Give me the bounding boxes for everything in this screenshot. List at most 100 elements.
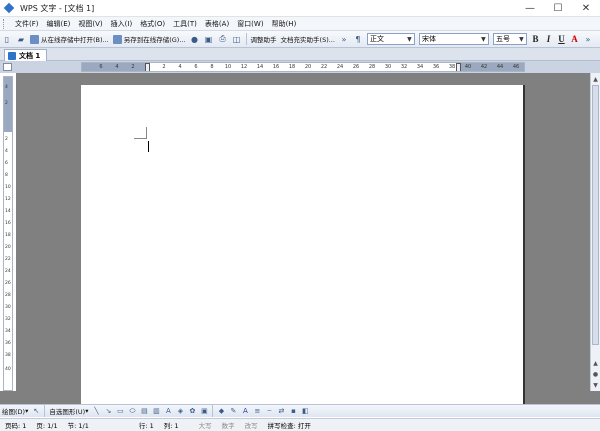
menu-format[interactable]: 格式(O) [136,19,169,29]
menu-insert[interactable]: 插入(I) [107,19,137,29]
menu-tools[interactable]: 工具(T) [169,19,201,29]
font-size-select[interactable]: 五号 ▼ [492,33,527,45]
vruler-tick: 14 [5,209,11,214]
select-pointer-icon[interactable]: ↖ [31,406,41,416]
vruler-tick: 20 [5,245,11,250]
vruler-tick: 12 [5,197,11,202]
scroll-up-icon[interactable]: ▲ [591,74,600,84]
dash-style-icon[interactable]: ┄ [264,406,274,416]
line-style-icon[interactable]: ≡ [252,406,262,416]
menu-table[interactable]: 表格(A) [201,19,233,29]
doc-complete-button[interactable]: 文档充实助手(S)... [279,33,337,46]
toolbar-overflow-icon[interactable]: » [582,33,594,45]
menu-view[interactable]: 视图(V) [74,19,106,29]
arrow-icon[interactable]: ↘ [103,406,113,416]
ruler-tick: 26 [352,64,360,70]
menubar-grip-handle[interactable] [3,18,11,29]
select-browse-object-icon[interactable]: ● [591,369,600,379]
menu-window[interactable]: 窗口(W) [233,19,267,29]
line-color-icon[interactable]: ✎ [228,406,238,416]
ruler-tick: 14 [256,64,264,70]
vruler-tick: 28 [5,293,11,298]
prev-page-icon[interactable]: ▲ [591,358,600,368]
ruler-tick: 30 [384,64,392,70]
underline-button[interactable]: U [555,33,568,46]
open-folder-icon[interactable]: ▰ [15,33,27,45]
ruler-tick: 12 [240,64,248,70]
print-preview-icon[interactable]: ◫ [231,33,243,45]
right-indent-marker[interactable] [456,63,461,71]
status-overwrite[interactable]: 改写 [240,420,263,430]
permission-icon[interactable]: ● [189,33,201,45]
textbox-icon[interactable]: ▤ [139,406,149,416]
diagram-icon[interactable]: ◈ [175,406,185,416]
ruler-tick: 2 [131,64,135,70]
status-caps[interactable]: 大写 [194,420,217,430]
wordart-icon[interactable]: A [163,406,173,416]
chevron-down-icon: ▾ [25,407,29,415]
status-page-number: 页码: 1 [5,422,27,430]
ruler-tick: 38 [448,64,456,70]
arrow-style-icon[interactable]: ⇄ [276,406,286,416]
vruler-tick: 4 [5,85,8,90]
chevron-down-icon: ▼ [407,35,412,43]
status-page-count: 页: 1/1 [36,422,58,430]
tab-document-1[interactable]: 文档 1 [4,49,48,61]
next-page-icon[interactable]: ▼ [591,380,600,390]
new-document-icon[interactable]: ▯ [1,33,13,45]
document-page[interactable] [81,85,525,391]
open-online-button[interactable]: 从在线存储中打开(B)... [28,33,111,46]
status-row: 行: 1 [138,422,154,430]
menu-edit[interactable]: 编辑(E) [43,19,75,29]
horizontal-ruler[interactable]: 6 4 2 2 4 6 8 10 12 14 16 18 20 22 24 26… [81,62,525,72]
maximize-button[interactable]: ☐ [544,0,572,17]
vertical-textbox-icon[interactable]: ▥ [151,406,161,416]
adjust-helper-button[interactable]: 调整助手 [249,33,279,46]
line-icon[interactable]: ╲ [91,406,101,416]
vertical-ruler[interactable]: 4 2 2 4 6 8 10 12 14 16 18 20 22 24 26 2… [3,76,13,391]
autoshape-menu-button[interactable]: 自选图形(U) ▾ [47,405,90,418]
3d-style-icon[interactable]: ◧ [300,406,310,416]
font-color-button[interactable]: A [568,33,581,46]
styles-pane-icon[interactable]: ¶ [352,33,364,45]
status-num[interactable]: 数字 [217,420,240,430]
ellipse-icon[interactable]: ⬭ [127,406,137,416]
ruler-tick: 18 [288,64,296,70]
ruler-tick: 22 [320,64,328,70]
save-online-button[interactable]: 另存到在线存储(G)... [111,33,188,46]
document-page-continued[interactable] [81,391,525,404]
scrollbar-thumb[interactable] [592,85,599,345]
draw-menu-button[interactable]: 绘图(D) ▾ [0,405,30,418]
wps-app-icon [3,2,15,14]
ruler-tick: 6 [99,64,103,70]
vertical-scrollbar[interactable]: ▲ ▲ ● ▼ [590,73,600,391]
menu-file[interactable]: 文件(F) [11,19,43,29]
vruler-tick: 36 [5,341,11,346]
chevron-down-icon: ▾ [85,407,89,415]
picture-icon[interactable]: ▣ [199,406,209,416]
tab-stop-selector[interactable] [3,63,12,71]
fill-color-icon[interactable]: ◆ [216,406,226,416]
status-spellcheck[interactable]: 拼写检查: 打开 [263,420,316,430]
toolbar-overflow-icon[interactable]: » [338,33,350,45]
rectangle-icon[interactable]: ▭ [115,406,125,416]
style-value: 正文 [369,35,384,43]
left-indent-marker[interactable] [145,63,150,71]
ruler-tick: 28 [368,64,376,70]
style-select[interactable]: 正文 ▼ [366,33,415,45]
print-icon[interactable]: ⎙ [217,33,229,45]
font-select[interactable]: 宋体 ▼ [418,33,489,45]
italic-button[interactable]: I [542,33,555,46]
export-pdf-icon[interactable]: ▣ [203,33,215,45]
document-tab-strip: 文档 1 [0,48,600,61]
window-title: WPS 文字 - [文档 1] [20,3,95,13]
vruler-tick: 26 [5,281,11,286]
close-button[interactable]: ✕ [572,0,600,17]
font-color-icon[interactable]: A [240,406,250,416]
menu-help[interactable]: 帮助(H) [268,19,301,29]
minimize-button[interactable]: — [516,0,544,17]
clipart-icon[interactable]: ✿ [187,406,197,416]
shadow-style-icon[interactable]: ▪ [288,406,298,416]
bold-button[interactable]: B [529,33,542,46]
ruler-tick: 42 [480,64,488,70]
